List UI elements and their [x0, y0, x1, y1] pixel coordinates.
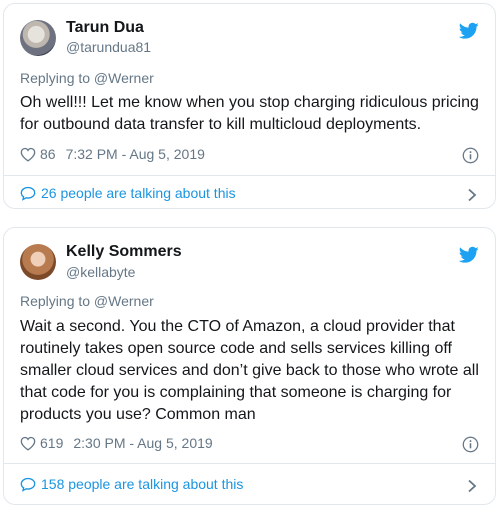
- conversation-link[interactable]: 26 people are talking about this: [20, 185, 236, 201]
- twitter-bird-icon[interactable]: [459, 246, 479, 264]
- replying-to[interactable]: Replying to @Werner: [20, 293, 154, 309]
- tweet-card[interactable]: Kelly Sommers @kellabyte Replying to @We…: [3, 227, 496, 505]
- conversation-link-text[interactable]: 158 people are talking about this: [41, 476, 243, 492]
- avatar[interactable]: [20, 244, 56, 280]
- timestamp[interactable]: 7:32 PM - Aug 5, 2019: [66, 146, 205, 162]
- info-icon[interactable]: [462, 147, 479, 164]
- tweet-meta: 619 2:30 PM - Aug 5, 2019: [20, 435, 213, 451]
- comment-bubble-icon: [20, 186, 36, 201]
- timestamp[interactable]: 2:30 PM - Aug 5, 2019: [73, 435, 212, 451]
- twitter-bird-icon[interactable]: [459, 22, 479, 40]
- tweet-card[interactable]: Tarun Dua @tarundua81 Replying to @Werne…: [3, 3, 496, 209]
- divider: [4, 463, 495, 464]
- author-handle[interactable]: @kellabyte: [66, 264, 135, 280]
- like-count[interactable]: 619: [40, 435, 63, 451]
- author-handle[interactable]: @tarundua81: [66, 39, 151, 55]
- heart-icon[interactable]: [20, 436, 36, 451]
- chevron-right-icon[interactable]: [467, 188, 477, 202]
- tweet-text: Oh well!!! Let me know when you stop cha…: [20, 94, 479, 133]
- author-name[interactable]: Tarun Dua: [66, 19, 144, 37]
- tweet-meta: 86 7:32 PM - Aug 5, 2019: [20, 146, 205, 162]
- tweet-text: Wait a second. You the CTO of Amazon, a …: [20, 318, 479, 423]
- conversation-link-text[interactable]: 26 people are talking about this: [41, 185, 236, 201]
- info-icon[interactable]: [462, 436, 479, 453]
- comment-bubble-icon: [20, 477, 36, 492]
- heart-icon[interactable]: [20, 147, 36, 162]
- like-count[interactable]: 86: [40, 146, 56, 162]
- author-name[interactable]: Kelly Sommers: [66, 243, 182, 261]
- divider: [4, 175, 495, 176]
- avatar[interactable]: [20, 20, 56, 56]
- conversation-link[interactable]: 158 people are talking about this: [20, 476, 243, 492]
- chevron-right-icon[interactable]: [467, 479, 477, 493]
- replying-to[interactable]: Replying to @Werner: [20, 70, 154, 86]
